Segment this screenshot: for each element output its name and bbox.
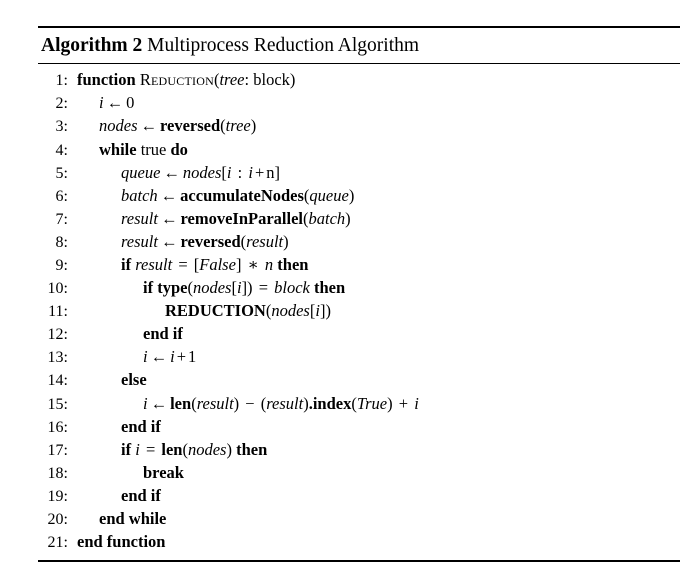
algorithm-line: 6: batch ← accumulateNodes(queue) <box>38 186 680 209</box>
algorithm-line: 13: i ← i +1 <box>38 347 680 370</box>
algorithm-line-number: 7: <box>55 210 68 228</box>
algorithm-line: 12: end if <box>38 324 680 347</box>
algorithm-bottom-rule <box>38 560 680 563</box>
algorithm-line-number: 20: <box>47 511 68 529</box>
algorithm-line-code: result ← reversed(result) <box>121 231 289 251</box>
algorithm-line-code: if result = [False] ∗ n then <box>121 255 309 275</box>
algorithm-line-number: 14: <box>47 372 68 390</box>
algorithm-line-code: i ← 0 <box>99 93 135 113</box>
algorithm-line: 20: end while <box>38 509 680 532</box>
algorithm-line: 14: else <box>38 370 680 393</box>
algorithm-line-number: 18: <box>47 464 68 482</box>
algorithm-line-code: function Reduction(tree: block) <box>77 70 296 90</box>
algorithm-line-number: 19: <box>47 487 68 505</box>
algorithm-line: 2: i ← 0 <box>38 93 680 116</box>
algorithm-line-code: nodes ← reversed(tree) <box>99 116 257 136</box>
algorithm-line-number: 11: <box>48 303 68 321</box>
algorithm-line: 18: break <box>38 463 680 486</box>
algorithm-line-number: 4: <box>55 141 68 159</box>
algorithm-line: 7: result ← removeInParallel(batch) <box>38 209 680 232</box>
algorithm-line-code: if i = len(nodes) then <box>121 439 268 459</box>
algorithm-line-number: 10: <box>47 280 68 298</box>
algorithm-line: 1: function Reduction(tree: block) <box>38 70 680 93</box>
algorithm-line: 11: REDUCTION(nodes[i]) <box>38 301 680 324</box>
algorithm-line: 4: while true do <box>38 140 680 163</box>
algorithm-caption: Algorithm 2 Multiprocess Reduction Algor… <box>38 28 680 63</box>
algorithm-line-code: break <box>143 462 184 482</box>
algorithm-line-number: 2: <box>55 95 68 113</box>
algorithm-line-number: 6: <box>55 187 68 205</box>
algorithm-line: 9: if result = [False] ∗ n then <box>38 255 680 278</box>
algorithm-line-code: end if <box>143 324 183 344</box>
algorithm-line-number: 15: <box>47 395 68 413</box>
algorithm-line-number: 21: <box>47 534 68 552</box>
algorithm-line: 15: i ← len(result) − (result).index(True)… <box>38 394 680 417</box>
algorithm-line-number: 9: <box>55 257 68 275</box>
algorithm-line: 19: end if <box>38 486 680 509</box>
algorithm-line-code: REDUCTION(nodes[i]) <box>165 301 331 321</box>
algorithm-line-number: 12: <box>47 326 68 344</box>
algorithm-line-code: result ← removeInParallel(batch) <box>121 208 351 228</box>
algorithm-line: 5: queue ← nodes[i : i + n] <box>38 163 680 186</box>
algorithm-caption-title: Multiprocess Reduction Algorithm <box>147 35 420 56</box>
algorithm-line-code: if type(nodes[i]) = block then <box>143 278 346 298</box>
algorithm-line: 3: nodes ← reversed(tree) <box>38 116 680 139</box>
algorithm-line-code: i ← len(result) − (result).index(True) + i <box>143 393 419 413</box>
algorithm-line-number: 8: <box>55 233 68 251</box>
algorithm-line-code: queue ← nodes[i : i + n] <box>121 162 280 182</box>
algorithm-line: 21: end function <box>38 532 680 555</box>
algorithm-line-code: end if <box>121 416 161 436</box>
algorithm-line-number: 3: <box>55 118 68 136</box>
algorithm-line-number: 16: <box>47 418 68 436</box>
algorithm-line-code: while true do <box>99 139 188 159</box>
algorithm-line: 8: result ← reversed(result) <box>38 232 680 255</box>
algorithm-body: 1: function Reduction(tree: block) 2: i ←… <box>38 64 680 560</box>
algorithm-line: 17: if i = len(nodes) then <box>38 440 680 463</box>
algorithm-line-number: 1: <box>55 72 68 90</box>
algorithm-line-number: 17: <box>47 441 68 459</box>
algorithm-line-code: end while <box>99 509 167 529</box>
algorithm-line-code: batch ← accumulateNodes(queue) <box>121 185 355 205</box>
algorithm-line-code: else <box>121 370 147 390</box>
algorithm-line-number: 13: <box>47 349 68 367</box>
algorithm-float: Algorithm 2 Multiprocess Reduction Algor… <box>38 26 680 563</box>
algorithm-line-code: end if <box>121 485 161 505</box>
algorithm-line-code: i ← i +1 <box>143 347 197 367</box>
algorithm-line: 10: if type(nodes[i]) = block then <box>38 278 680 301</box>
algorithm-line: 16: end if <box>38 417 680 440</box>
algorithm-line-code: end function <box>77 532 166 552</box>
algorithm-caption-label: Algorithm 2 <box>41 35 143 56</box>
algorithm-line-number: 5: <box>55 164 68 182</box>
